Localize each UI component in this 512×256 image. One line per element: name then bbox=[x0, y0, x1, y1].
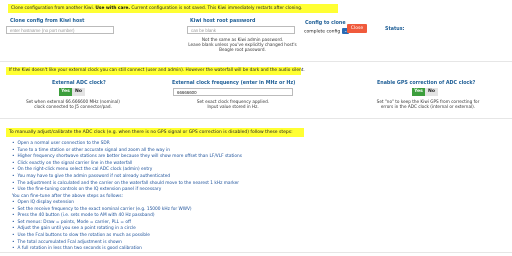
clone-password-label: Kiwi host root password bbox=[190, 19, 256, 24]
ext-adc-clock-note: Set when external 66.666600 MHz (nominal… bbox=[12, 99, 134, 109]
list-item: Higher frequency shortwave stations are … bbox=[12, 154, 242, 161]
divider bbox=[0, 252, 512, 253]
calibration-banner: To manually adjust/calibrate the ADC clo… bbox=[6, 128, 304, 137]
list-item: On the right-click menu select the cal A… bbox=[12, 167, 242, 174]
divider bbox=[0, 61, 512, 62]
ext-clock-freq-note: Set exact clock frequency applied. Input… bbox=[172, 99, 294, 109]
gps-correction-label: Enable GPS correction of ADC clock? bbox=[377, 81, 476, 86]
calibration-steps-list: Open a normal user connection to the SDR… bbox=[12, 141, 242, 194]
list-item: Press the 40 button (i.e. sets mode to A… bbox=[12, 213, 192, 220]
ext-adc-clock-label: External ADC clock? bbox=[52, 81, 106, 86]
ext-clock-freq-note-line2: Input value stored in Hz. bbox=[207, 104, 259, 110]
ext-clock-freq-input[interactable]: 66666600 bbox=[173, 88, 293, 96]
config-to-clone-label: Config to clone bbox=[305, 21, 346, 26]
list-item: Open IQ display extension bbox=[12, 200, 192, 207]
clone-host-label: Clone config from Kiwi host bbox=[10, 19, 85, 24]
list-item: Use the fine-tuning controls on the IQ e… bbox=[12, 187, 242, 194]
finetune-steps-list: Open IQ display extension Set the receiv… bbox=[12, 200, 192, 253]
ext-adc-clock-toggle: Yes No bbox=[59, 88, 85, 96]
clone-host-input[interactable]: enter hostname (no port number) bbox=[6, 26, 114, 34]
list-item: Use the Fcal buttons to slow the rotatio… bbox=[12, 233, 192, 240]
list-item: You may have to give the admin password … bbox=[12, 174, 242, 181]
config-to-clone-select[interactable]: complete config ⌄ bbox=[304, 28, 350, 35]
clone-password-note: Not the same as Kiwi admin password. Lea… bbox=[180, 37, 305, 53]
ext-adc-clock-no-button[interactable]: No bbox=[72, 88, 85, 96]
gps-correction-no-button[interactable]: No bbox=[425, 88, 438, 96]
divider bbox=[0, 118, 512, 119]
gps-correction-toggle: Yes No bbox=[412, 88, 438, 96]
ext-adc-clock-yes-button[interactable]: Yes bbox=[59, 88, 72, 96]
finetune-intro: You can fine-tune after the above steps … bbox=[12, 194, 123, 199]
status-label: Status: bbox=[385, 27, 405, 32]
clone-warning-suffix: Current configuration is not saved. This… bbox=[130, 6, 303, 11]
close-button[interactable]: Close bbox=[347, 24, 367, 33]
external-clock-banner: If the Kiwi doesn't like your external c… bbox=[6, 67, 305, 75]
gps-correction-yes-button[interactable]: Yes bbox=[412, 88, 425, 96]
ext-clock-freq-label: External clock frequency (enter in MHz o… bbox=[172, 81, 296, 86]
ext-adc-clock-note-line2: clock connected to J5 connector/pad. bbox=[34, 104, 112, 110]
gps-correction-note: Set "no" to keep the Kiwi GPS from corre… bbox=[368, 99, 488, 109]
gps-correction-note-line2: errors in the ADC clock (internal or ext… bbox=[380, 104, 476, 110]
clone-warning-prefix: Clone configuration from another Kiwi. bbox=[11, 6, 96, 11]
clone-password-input[interactable]: can be blank bbox=[187, 26, 295, 34]
list-item: Open a normal user connection to the SDR bbox=[12, 141, 242, 148]
list-item: Adjust the gain until you see a point ro… bbox=[12, 226, 192, 233]
config-to-clone-value: complete config bbox=[304, 29, 341, 35]
clone-password-note-line3: Beagle root password. bbox=[219, 47, 266, 53]
clone-warning-emphasis: Use with care. bbox=[95, 6, 131, 11]
clone-warning-banner: Clone configuration from another Kiwi. U… bbox=[8, 4, 338, 13]
